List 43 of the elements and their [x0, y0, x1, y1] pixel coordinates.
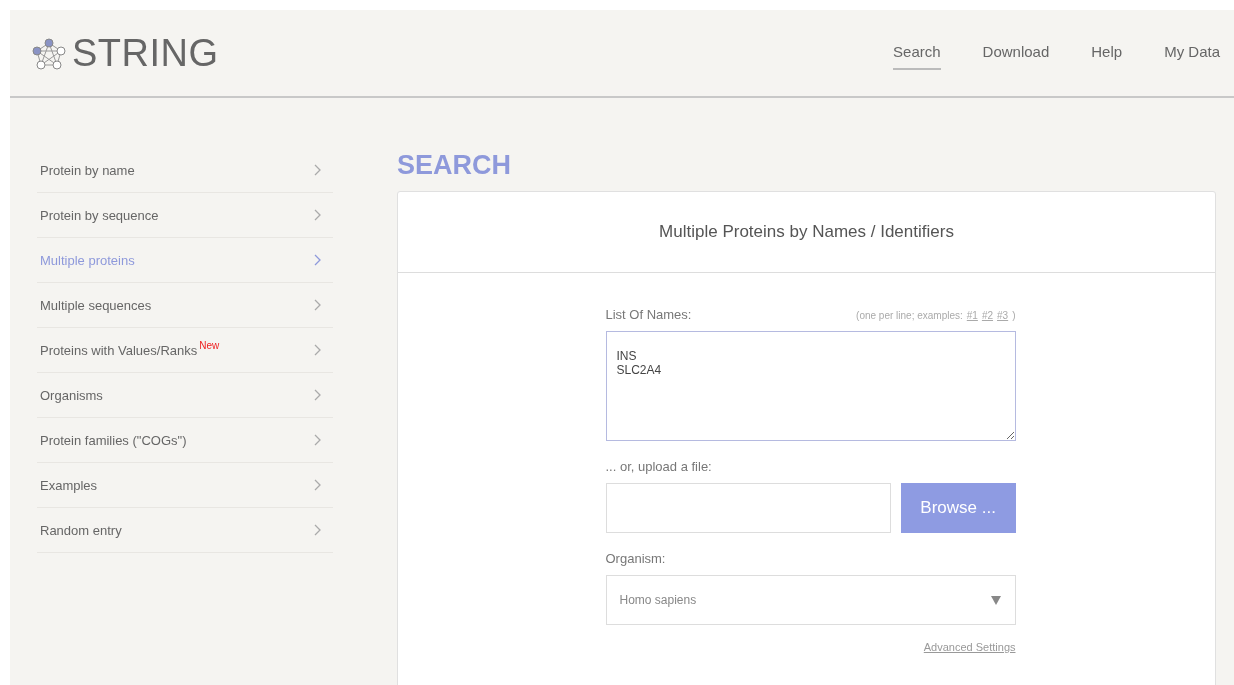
- sidebar-item-label: Protein by sequence: [40, 207, 159, 223]
- nav-link[interactable]: Help: [1063, 32, 1137, 74]
- sidebar-item-label: Proteins with Values/Ranks$^{New}$: [40, 342, 220, 358]
- field-label: ... or, upload a file:: [605, 459, 713, 474]
- sidebar-item[interactable]: Examples: [37, 463, 333, 508]
- nav-link[interactable]: Search: [865, 32, 955, 74]
- logo-text: STRING: [72, 31, 219, 75]
- chevron-right-icon: [314, 434, 321, 446]
- names-textarea[interactable]: INS SLC2A4: [605, 331, 1016, 441]
- sidebar-item-label: Multiple sequences: [40, 297, 152, 313]
- chevron-right-icon: [314, 344, 321, 356]
- chevron-right-icon: [314, 479, 321, 491]
- chevron-right-icon: [314, 389, 321, 401]
- sidebar-item-label: Random entry: [40, 522, 122, 538]
- chevron-right-icon: [314, 254, 321, 266]
- page-title: SEARCH: [397, 150, 512, 181]
- sidebar-item[interactable]: Protein families ("COGs"): [37, 418, 333, 463]
- field-label: List Of Names:: [605, 307, 692, 322]
- field-label: Organism:: [605, 551, 667, 566]
- chevron-right-icon: [314, 299, 321, 311]
- sidebar-item-label: Organisms: [40, 387, 103, 403]
- chevron-right-icon: [314, 209, 321, 221]
- sidebar-item[interactable]: Protein by sequence: [37, 193, 333, 238]
- organism-select[interactable]: Homo sapiens: [605, 575, 1016, 625]
- advanced-settings-link[interactable]: Advanced Settings: [605, 641, 1016, 653]
- sidebar-item-label: Protein families ("COGs"): [40, 432, 187, 448]
- sidebar-item[interactable]: Organisms: [37, 373, 333, 418]
- card-title: Multiple Proteins by Names / Identifiers: [659, 222, 954, 242]
- sidebar-item[interactable]: Protein by name: [37, 148, 333, 193]
- nav-link[interactable]: Download: [954, 32, 1064, 74]
- chevron-right-icon: [314, 164, 321, 176]
- sidebar-item[interactable]: Random entry: [37, 508, 333, 553]
- sidebar-item[interactable]: Multiple sequences: [37, 283, 333, 328]
- nav-link[interactable]: My Data: [1136, 32, 1234, 74]
- hint-text: (one per line; examples:: [856, 310, 963, 321]
- hint-text: ): [1012, 310, 1016, 321]
- sidebar-item-label: Multiple proteins: [40, 252, 135, 268]
- dropdown-arrow-icon: [990, 595, 1001, 605]
- sidebar-item[interactable]: Proteins with Values/Ranks$^{New}$: [37, 328, 333, 373]
- sidebar-item-label: Examples: [40, 477, 98, 493]
- sidebar-item-label: Protein by name: [40, 162, 135, 178]
- chevron-right-icon: [314, 524, 321, 536]
- file-field[interactable]: [605, 483, 891, 533]
